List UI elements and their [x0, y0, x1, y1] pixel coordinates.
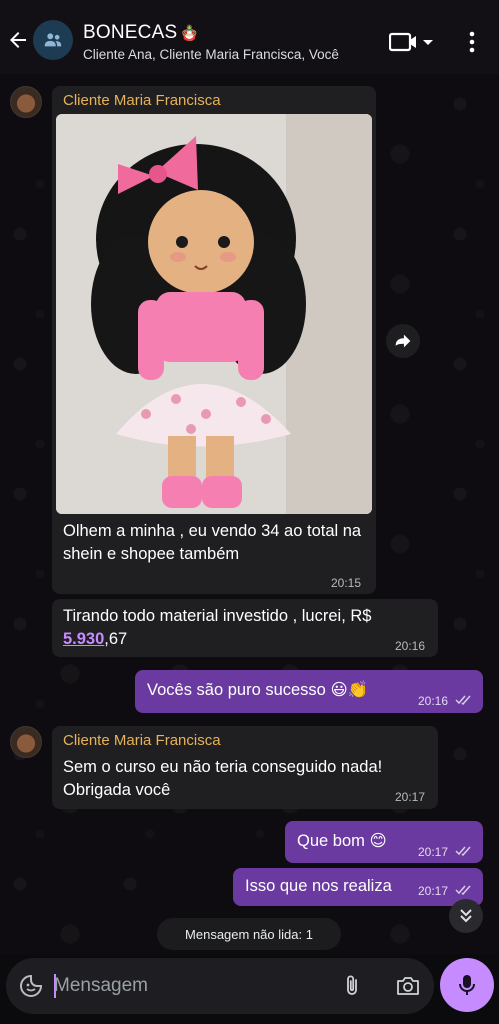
group-title[interactable]: BONECAS 🪆	[83, 22, 199, 44]
camera-icon[interactable]	[395, 974, 421, 998]
forward-icon	[395, 334, 411, 348]
voice-record-button[interactable]	[440, 958, 494, 1012]
message-text: Isso que nos realiza	[245, 877, 392, 895]
money-link[interactable]: 5.930	[63, 630, 104, 648]
doll-illustration	[56, 114, 372, 514]
attach-clip-icon[interactable]	[340, 974, 364, 998]
message-time: 20:16	[418, 694, 449, 708]
message-bubble[interactable]: Cliente Maria Francisca Sem o curso eu n…	[52, 726, 438, 809]
message-text: Que bom 😊	[297, 832, 387, 850]
group-participants: Cliente Ana, Cliente Maria Francisca, Vo…	[83, 47, 339, 62]
message-text: Vocês são puro sucesso 😃👏	[147, 681, 369, 699]
message-bubble-outgoing[interactable]: Isso que nos realiza 20:17	[233, 868, 483, 906]
message-input[interactable]	[54, 972, 324, 1000]
scroll-to-bottom-button[interactable]	[449, 899, 483, 933]
message-bubble[interactable]: Tirando todo material investido , lucrei…	[52, 599, 438, 657]
message-time: 20:17	[418, 845, 449, 859]
message-text: Olhem a minha , eu vendo 34 ao total na …	[63, 522, 362, 563]
double-check-icon	[455, 846, 471, 856]
message-composer	[6, 958, 434, 1014]
message-bubble-outgoing[interactable]: Vocês são puro sucesso 😃👏 20:16	[135, 670, 483, 713]
message-time: 20:16	[395, 639, 426, 653]
sender-avatar[interactable]	[10, 86, 42, 118]
message-time: 20:17	[418, 884, 449, 898]
message-text: Sem o curso eu não teria conseguido nada…	[63, 758, 383, 799]
message-text-start: Tirando todo material investido , lucrei…	[63, 607, 372, 625]
sender-avatar[interactable]	[10, 726, 42, 758]
more-vert-icon[interactable]	[466, 30, 478, 54]
double-check-icon	[455, 885, 471, 895]
message-bubble-outgoing[interactable]: Que bom 😊 20:17	[285, 821, 483, 863]
message-time: 20:17	[395, 790, 426, 804]
unread-messages-label: Mensagem não lida: 1	[157, 918, 341, 950]
sender-name: Cliente Maria Francisca	[63, 92, 221, 109]
group-title-text: BONECAS	[83, 22, 178, 43]
chevron-down-icon	[423, 40, 433, 45]
forward-button[interactable]	[386, 324, 420, 358]
chat-header: BONECAS 🪆 Cliente Ana, Cliente Maria Fran…	[0, 0, 499, 74]
group-avatar[interactable]	[33, 20, 73, 60]
doll-emoji: 🪆	[180, 25, 200, 42]
message-time: 20:15	[331, 576, 362, 590]
message-text: Tirando todo material investido , lucrei…	[63, 605, 423, 651]
doll-photo[interactable]	[56, 114, 372, 514]
sender-name: Cliente Maria Francisca	[63, 732, 221, 749]
video-call-icon[interactable]	[389, 30, 437, 54]
emoji-sticker-icon[interactable]	[19, 974, 43, 998]
double-check-icon	[455, 695, 471, 705]
back-arrow-icon[interactable]	[6, 28, 30, 52]
message-text-end: ,67	[104, 630, 128, 648]
mic-icon	[459, 975, 475, 995]
message-bubble-image[interactable]: Cliente Maria Francisca Olhem a minha , …	[52, 86, 376, 594]
group-icon	[44, 33, 62, 47]
double-chevron-down-icon	[460, 909, 472, 923]
